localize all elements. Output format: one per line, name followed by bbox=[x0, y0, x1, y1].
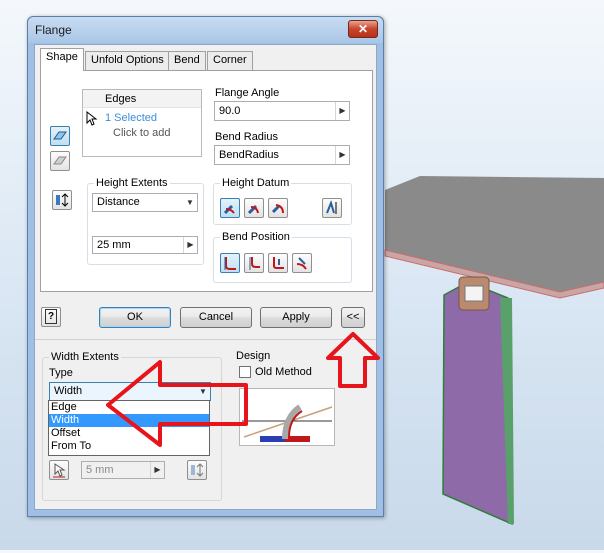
datum-aligned-button[interactable] bbox=[322, 198, 342, 218]
datum-inner-button[interactable] bbox=[220, 198, 240, 218]
edge-selection-marker-inner bbox=[464, 285, 484, 302]
bend-radius-label: Bend Radius bbox=[215, 131, 278, 143]
width-offset-value: 5 mm bbox=[86, 464, 114, 476]
divider bbox=[35, 339, 376, 340]
flange-angle-value: 90.0 bbox=[219, 105, 241, 117]
tab-unfold-options[interactable]: Unfold Options bbox=[85, 51, 170, 70]
bend-relief-diagram-icon bbox=[242, 404, 333, 442]
arrow-right-icon[interactable]: ▶ bbox=[183, 237, 197, 253]
title-bar[interactable]: Flange ✕ bbox=[28, 17, 383, 43]
tab-bend[interactable]: Bend bbox=[168, 51, 206, 70]
flip-direction-icon bbox=[191, 463, 204, 477]
dropdown-option-offset[interactable]: Offset bbox=[49, 427, 209, 440]
datum-inner-icon bbox=[223, 204, 235, 215]
dropdown-option-width[interactable]: Width bbox=[49, 414, 209, 427]
width-extents-label: Width Extents bbox=[49, 351, 121, 363]
help-icon: ? bbox=[45, 309, 57, 324]
shape-tab-panel: Edges 1 Selected Click to add Flange Ang… bbox=[40, 70, 373, 292]
remove-edge-button[interactable] bbox=[50, 151, 70, 171]
width-type-select[interactable]: Width ▼ bbox=[49, 382, 211, 401]
design-preview bbox=[239, 388, 335, 446]
height-extents-label: Height Extents bbox=[94, 177, 170, 189]
apply-button[interactable]: Apply bbox=[260, 307, 332, 328]
arrow-right-icon[interactable]: ▶ bbox=[335, 146, 349, 164]
dropdown-option-edge[interactable]: Edge bbox=[49, 401, 209, 414]
edges-header: Edges bbox=[83, 90, 201, 108]
datum-parallel-icon bbox=[271, 204, 284, 214]
collapse-button[interactable]: << bbox=[341, 307, 365, 328]
edge-remove-icon bbox=[53, 156, 67, 165]
width-flip-button[interactable] bbox=[187, 460, 207, 480]
bend-tangent-icon bbox=[296, 257, 307, 270]
arrow-right-icon[interactable]: ▶ bbox=[335, 102, 349, 120]
datum-outer-button[interactable] bbox=[244, 198, 264, 218]
bend-adjacent-icon bbox=[273, 257, 284, 269]
select-reference-button[interactable] bbox=[49, 460, 69, 480]
tab-shape[interactable]: Shape bbox=[40, 48, 84, 71]
flip-direction-icon bbox=[56, 193, 69, 207]
width-type-dropdown-list: Edge Width Offset From To bbox=[48, 400, 210, 456]
height-distance-value: 25 mm bbox=[97, 239, 131, 251]
cancel-button[interactable]: Cancel bbox=[180, 307, 252, 328]
chevron-down-icon[interactable]: ▼ bbox=[196, 383, 210, 400]
height-distance-input[interactable]: 25 mm ▶ bbox=[92, 236, 198, 254]
bend-inside-icon bbox=[224, 257, 236, 270]
edge-select-icon bbox=[53, 131, 67, 140]
tab-corner[interactable]: Corner bbox=[207, 51, 253, 70]
datum-aligned-icon bbox=[326, 200, 337, 214]
sheet-top-face bbox=[385, 176, 604, 292]
select-arrow-icon bbox=[53, 463, 66, 478]
dialog-title: Flange bbox=[35, 23, 72, 37]
height-datum-label: Height Datum bbox=[220, 177, 292, 189]
bend-position-outside-button[interactable] bbox=[244, 253, 264, 273]
arrow-right-icon[interactable]: ▶ bbox=[150, 462, 164, 478]
type-label: Type bbox=[49, 367, 73, 379]
select-edge-button[interactable] bbox=[50, 126, 70, 146]
height-extents-group: Height Extents Distance ▼ 25 mm ▶ bbox=[87, 177, 204, 265]
datum-parallel-button[interactable] bbox=[268, 198, 288, 218]
bend-position-tangent-button[interactable] bbox=[292, 253, 312, 273]
edges-click-to-add[interactable]: Click to add bbox=[83, 124, 201, 139]
bend-radius-input[interactable]: BendRadius ▶ bbox=[214, 145, 350, 165]
bend-radius-value: BendRadius bbox=[219, 149, 279, 161]
bend-position-inside-button[interactable] bbox=[220, 253, 240, 273]
ok-button[interactable]: OK bbox=[99, 307, 171, 328]
old-method-label: Old Method bbox=[255, 366, 312, 378]
bend-position-label: Bend Position bbox=[220, 231, 292, 243]
flange-angle-label: Flange Angle bbox=[215, 87, 280, 99]
close-button[interactable]: ✕ bbox=[348, 20, 378, 38]
design-label: Design bbox=[236, 350, 271, 362]
bend-position-adjacent-button[interactable] bbox=[268, 253, 288, 273]
width-type-value: Width bbox=[54, 385, 83, 397]
old-method-checkbox[interactable] bbox=[239, 366, 251, 378]
help-button[interactable]: ? bbox=[41, 307, 61, 327]
design-group: Design Old Method bbox=[229, 350, 365, 467]
dropdown-option-from-to[interactable]: From To bbox=[49, 440, 209, 453]
chevron-down-icon[interactable]: ▼ bbox=[183, 194, 197, 211]
cursor-icon bbox=[86, 111, 98, 126]
edges-selected-item[interactable]: 1 Selected bbox=[83, 108, 201, 124]
flip-direction-button[interactable] bbox=[52, 190, 72, 210]
edges-list[interactable]: Edges 1 Selected Click to add bbox=[82, 89, 202, 157]
bend-outside-icon bbox=[249, 257, 260, 270]
datum-outer-icon bbox=[247, 204, 259, 215]
flange-angle-input[interactable]: 90.0 ▶ bbox=[214, 101, 350, 121]
width-offset-input[interactable]: 5 mm ▶ bbox=[81, 461, 165, 479]
height-extents-value: Distance bbox=[97, 196, 140, 208]
height-extents-select[interactable]: Distance ▼ bbox=[92, 193, 198, 212]
